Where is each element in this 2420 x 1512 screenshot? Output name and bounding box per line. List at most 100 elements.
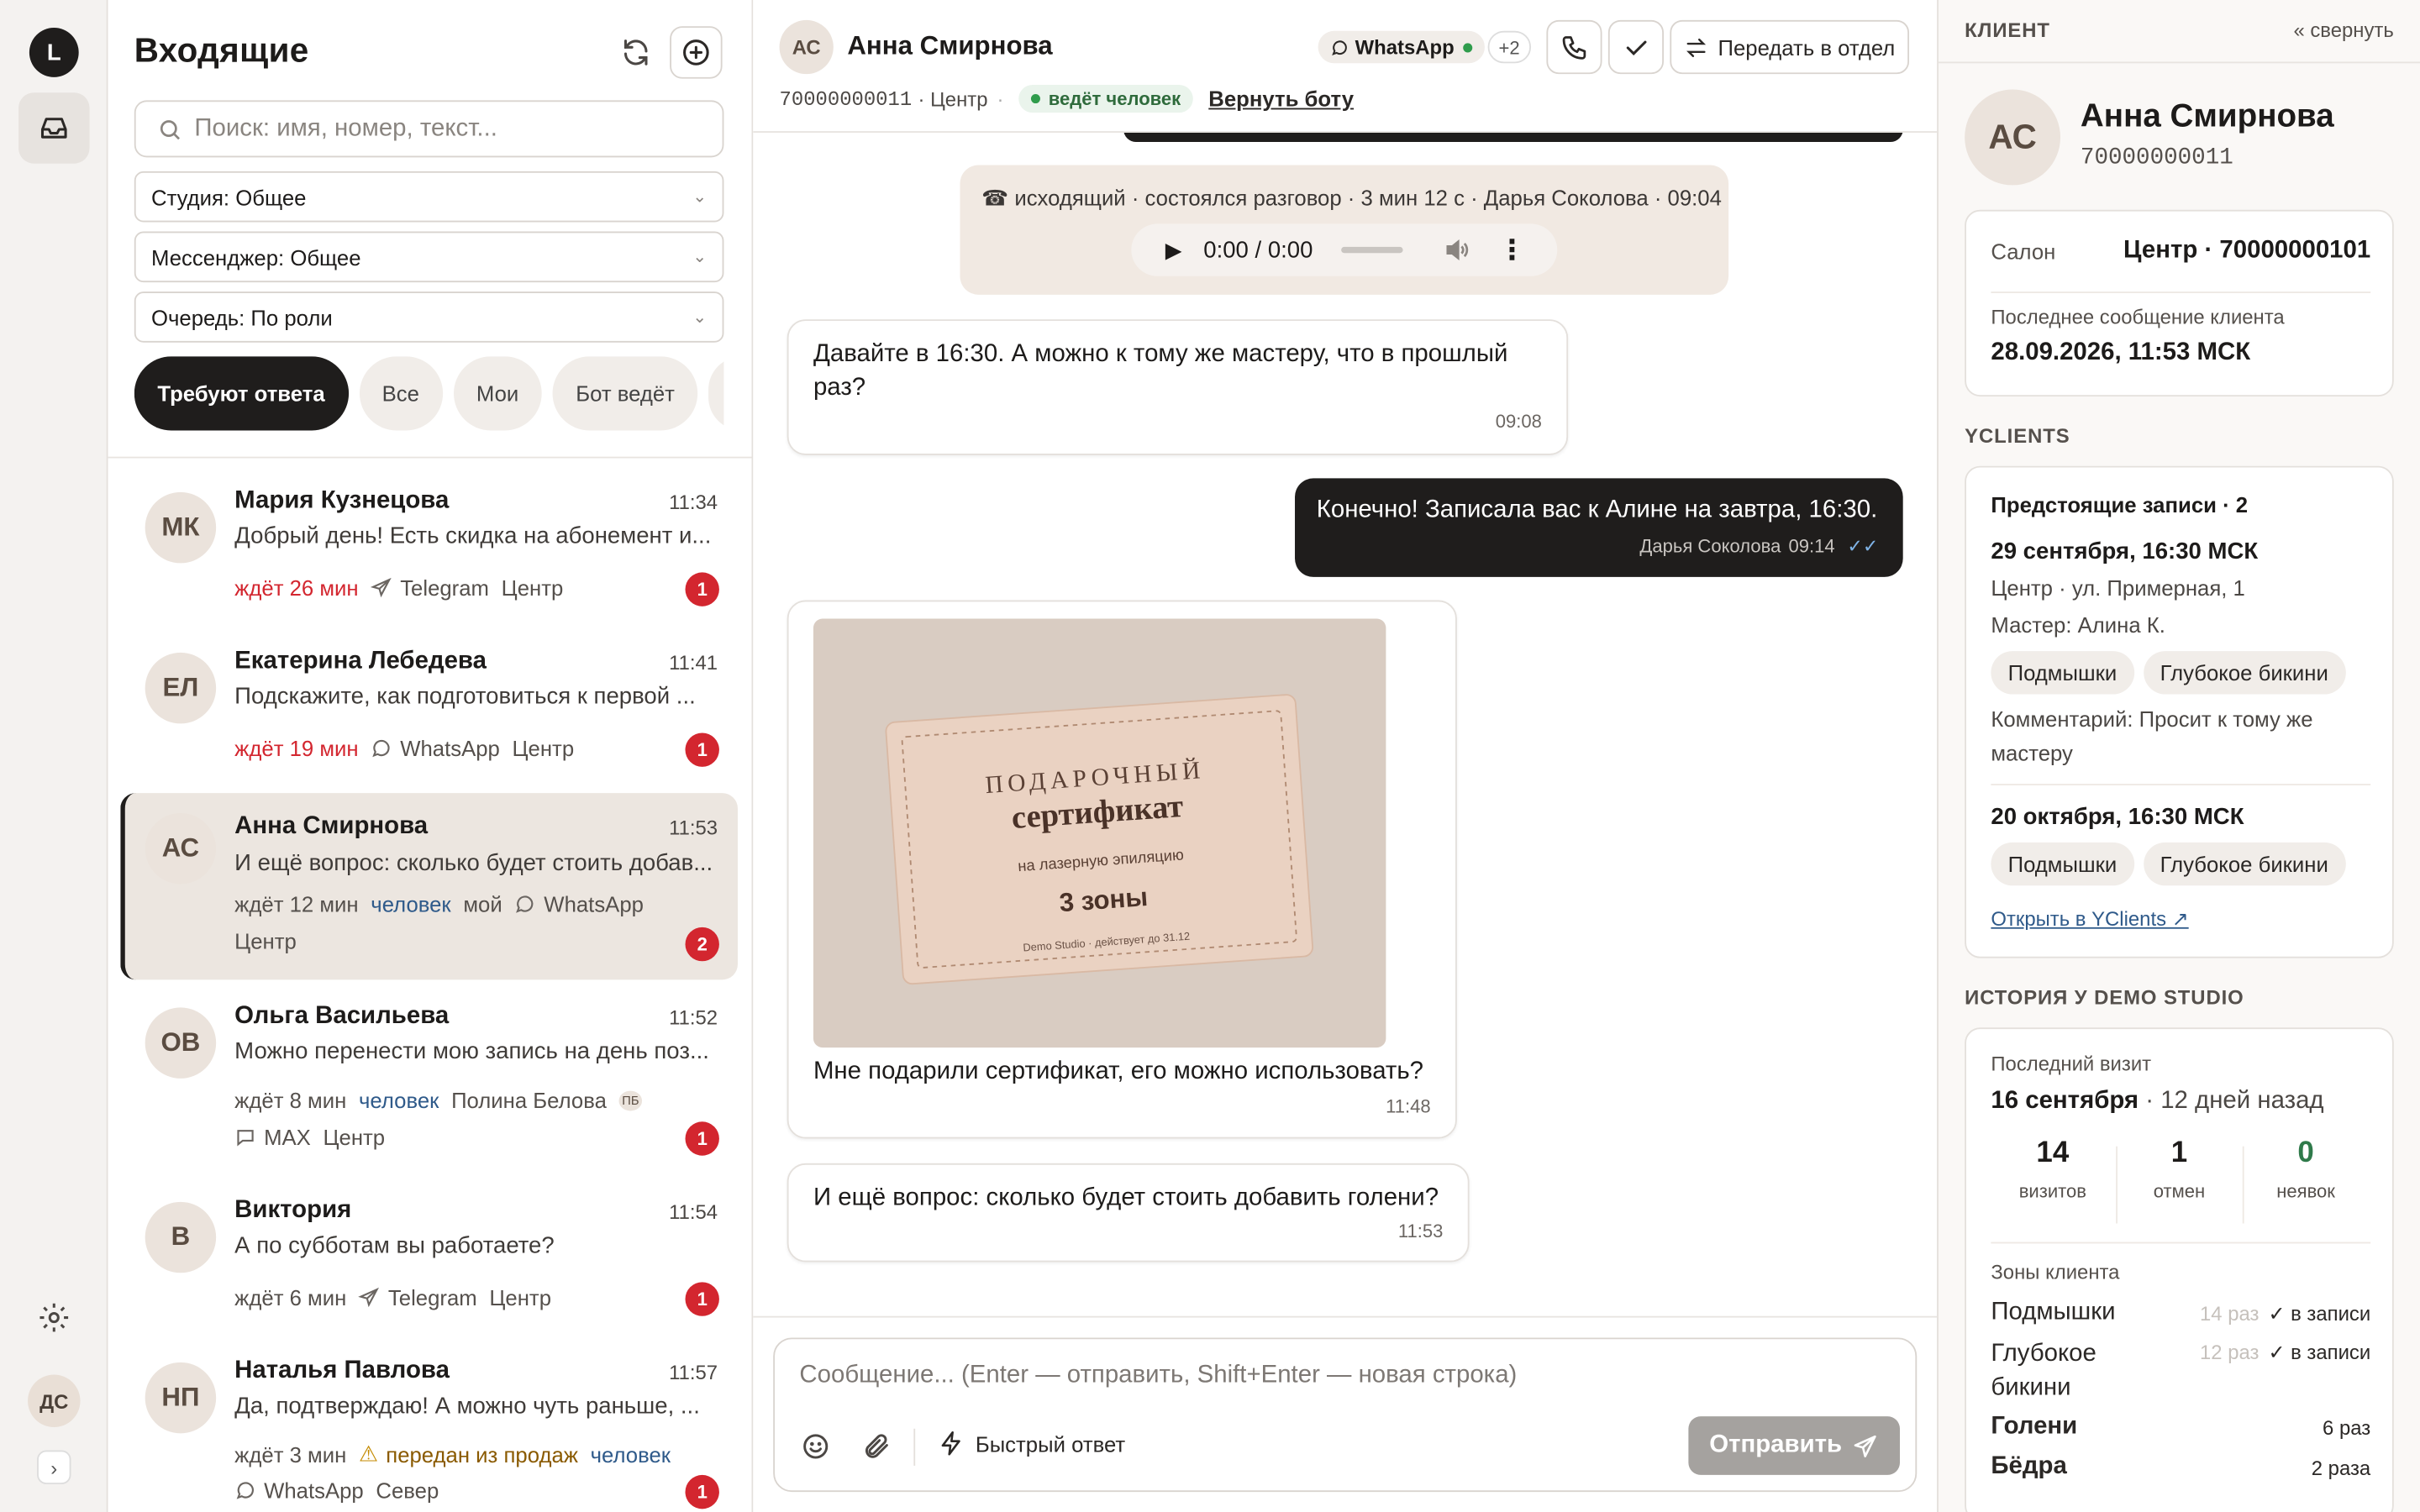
transfer-icon bbox=[1686, 37, 1707, 57]
appointment-comment: Комментарий: Просит к тому же мастеру bbox=[1991, 706, 2313, 766]
conversation-item-selected[interactable]: АС Анна Смирнова 11:53 И ещё вопрос: ско… bbox=[120, 793, 738, 980]
conversation-item[interactable]: ОВ Ольга Васильева 11:52 Можно перенести… bbox=[120, 994, 738, 1167]
appointment-date: 29 сентября, 16:30 МСК bbox=[1991, 538, 2259, 565]
message-thread[interactable]: ☎ исходящий · состоялся разговор · 3 мин… bbox=[753, 132, 1937, 1318]
attach-button[interactable] bbox=[861, 1431, 891, 1468]
audio-player[interactable]: ▶ 0:00 / 0:00 ⋮ bbox=[1131, 223, 1558, 276]
owner-name: мой bbox=[463, 891, 502, 917]
expand-rail-button[interactable]: › bbox=[37, 1450, 71, 1484]
refresh-icon bbox=[623, 39, 648, 66]
divider bbox=[1991, 291, 2371, 293]
client-panel-title: КЛИЕНТ bbox=[1965, 18, 2050, 42]
resolve-button[interactable] bbox=[1607, 19, 1664, 75]
lightning-icon bbox=[941, 1431, 960, 1456]
user-avatar[interactable]: ДС bbox=[28, 1374, 81, 1427]
zone-count: 12 раз bbox=[2200, 1341, 2260, 1364]
telegram-icon bbox=[359, 1287, 381, 1309]
zone-status: ✓ в записи bbox=[2268, 1302, 2371, 1326]
tab-bot[interactable]: Бот ведёт bbox=[552, 356, 698, 431]
service-chip: Подмышки bbox=[1991, 842, 2134, 886]
channel-name: MAX bbox=[264, 1124, 311, 1150]
message-preview: Можно перенести мою запись на день поз..… bbox=[234, 1038, 709, 1065]
collapse-panel-button[interactable]: « свернуть bbox=[2293, 18, 2393, 42]
more-vertical-icon[interactable]: ⋮ bbox=[1498, 234, 1526, 266]
new-conversation-button[interactable] bbox=[670, 26, 723, 79]
chat-bubble-icon bbox=[234, 1126, 256, 1148]
play-icon[interactable]: ▶ bbox=[1165, 237, 1182, 263]
yclients-card: Предстоящие записи · 2 29 сентября, 16:3… bbox=[1965, 465, 2394, 958]
open-yclients-link[interactable]: Открыть в YClients ↗ bbox=[1991, 907, 2188, 932]
messenger-filter-select[interactable]: Мессенджер: Общее ⌄ bbox=[134, 231, 724, 283]
client-panel: КЛИЕНТ « свернуть АС Анна Смирнова 70000… bbox=[1937, 0, 2420, 1512]
unread-badge: 1 bbox=[685, 1282, 719, 1316]
message-composer[interactable]: Сообщение... (Enter — отправить, Shift+E… bbox=[773, 1337, 1918, 1493]
audio-progress[interactable] bbox=[1340, 246, 1403, 254]
queue-filter-select[interactable]: Очередь: По роли ⌄ bbox=[134, 291, 724, 343]
tab-all[interactable]: Все bbox=[359, 356, 443, 431]
conversation-item[interactable]: МК Мария Кузнецова 11:34 Добрый день! Ес… bbox=[120, 478, 738, 626]
incoming-message: Давайте в 16:30. А можно к тому же масте… bbox=[786, 319, 1569, 455]
whatsapp-icon bbox=[371, 738, 392, 759]
search-input[interactable]: Поиск: имя, номер, текст... bbox=[134, 100, 724, 158]
tab-more[interactable]: Ш bbox=[708, 356, 724, 431]
settings-button[interactable] bbox=[37, 1300, 71, 1342]
message-time: 11:57 bbox=[669, 1360, 718, 1384]
emoji-button[interactable] bbox=[801, 1431, 830, 1468]
tab-needs-reply[interactable]: Требуют ответа bbox=[134, 356, 349, 431]
unread-badge: 1 bbox=[685, 1121, 719, 1156]
refresh-button[interactable] bbox=[610, 26, 662, 78]
stat-no-shows: 0 неявок bbox=[2243, 1137, 2370, 1202]
volume-icon[interactable] bbox=[1443, 236, 1470, 264]
zone-name: Голени bbox=[1991, 1413, 2078, 1440]
paperclip-icon bbox=[865, 1434, 888, 1458]
stat-visits: 14 визитов bbox=[1990, 1137, 2117, 1202]
call-button[interactable] bbox=[1546, 19, 1602, 75]
stat-cancellations: 1 отмен bbox=[2116, 1137, 2243, 1202]
appointment-place: Центр · ул. Примерная, 1 bbox=[1991, 575, 2245, 601]
phone-icon bbox=[1562, 35, 1586, 59]
studio-filter-select[interactable]: Студия: Общее ⌄ bbox=[134, 171, 724, 223]
last-visit-date: 16 сентября bbox=[1991, 1087, 2139, 1115]
studio-label: · Центр bbox=[918, 87, 988, 111]
salon-label: Салон bbox=[1991, 239, 2056, 265]
owner-badge: ПБ bbox=[618, 1089, 643, 1110]
stat-label: отмен bbox=[2153, 1180, 2206, 1202]
certificate-image[interactable]: ПОДАРОЧНЫЙ сертификат на лазерную эпиляц… bbox=[813, 618, 1386, 1048]
conversation-item[interactable]: В Виктория 11:54 А по субботам вы работа… bbox=[120, 1188, 738, 1336]
message-time: 11:41 bbox=[669, 651, 718, 675]
quick-reply-button[interactable]: Быстрый ответ bbox=[939, 1431, 1125, 1457]
studio-name: Центр bbox=[512, 736, 575, 761]
quick-reply-label: Быстрый ответ bbox=[975, 1431, 1126, 1456]
contact-name: Анна Смирнова bbox=[847, 30, 1053, 60]
conversation-list-panel: Входящие Поиск: имя, номер, текст... Сту… bbox=[108, 0, 754, 1512]
conversation-item[interactable]: НП Наталья Павлова 11:57 Да, подтверждаю… bbox=[120, 1348, 738, 1512]
zone-row: Глубокое бикини 12 раз ✓ в записи bbox=[1991, 1337, 2370, 1405]
call-log-text: ☎ исходящий · состоялся разговор · 3 мин… bbox=[981, 185, 1722, 210]
send-button[interactable]: Отправить bbox=[1688, 1416, 1901, 1475]
return-to-bot-link[interactable]: Вернуть боту bbox=[1208, 87, 1354, 111]
toolbar-divider bbox=[913, 1428, 916, 1466]
conversation-meta-2: WhatsApp Север bbox=[234, 1478, 451, 1503]
conversation-item[interactable]: ЕЛ Екатерина Лебедева 11:41 Подскажите, … bbox=[120, 638, 738, 786]
channel-badge[interactable]: WhatsApp bbox=[1318, 30, 1486, 64]
phone-number: 70000000011 bbox=[779, 87, 913, 111]
more-channels-badge[interactable]: +2 bbox=[1487, 30, 1531, 64]
workspace-logo[interactable]: L bbox=[29, 28, 79, 77]
salon-value: Центр · 70000000101 bbox=[2123, 237, 2371, 265]
tab-mine[interactable]: Мои bbox=[453, 356, 542, 431]
history-section-title: ИСТОРИЯ У DEMO STUDIO bbox=[1965, 985, 2244, 1010]
zone-name: Бёдра bbox=[1991, 1453, 2067, 1480]
search-placeholder: Поиск: имя, номер, текст... bbox=[194, 114, 497, 142]
select-label: Студия: Общее bbox=[150, 184, 307, 209]
whatsapp-icon bbox=[234, 1479, 256, 1501]
studio-name: Центр bbox=[501, 575, 564, 601]
handler-tag: человек bbox=[371, 891, 451, 917]
contact-name: Анна Смирнова bbox=[234, 812, 429, 840]
unread-badge: 1 bbox=[685, 1474, 719, 1509]
stat-value: 1 bbox=[2170, 1137, 2188, 1170]
telegram-icon bbox=[371, 577, 392, 599]
studio-name: Центр bbox=[234, 928, 297, 954]
inbox-nav-button[interactable] bbox=[18, 92, 90, 164]
status-label: ведёт человек bbox=[1048, 87, 1181, 110]
transfer-button[interactable]: Передать в отдел bbox=[1670, 19, 1910, 75]
